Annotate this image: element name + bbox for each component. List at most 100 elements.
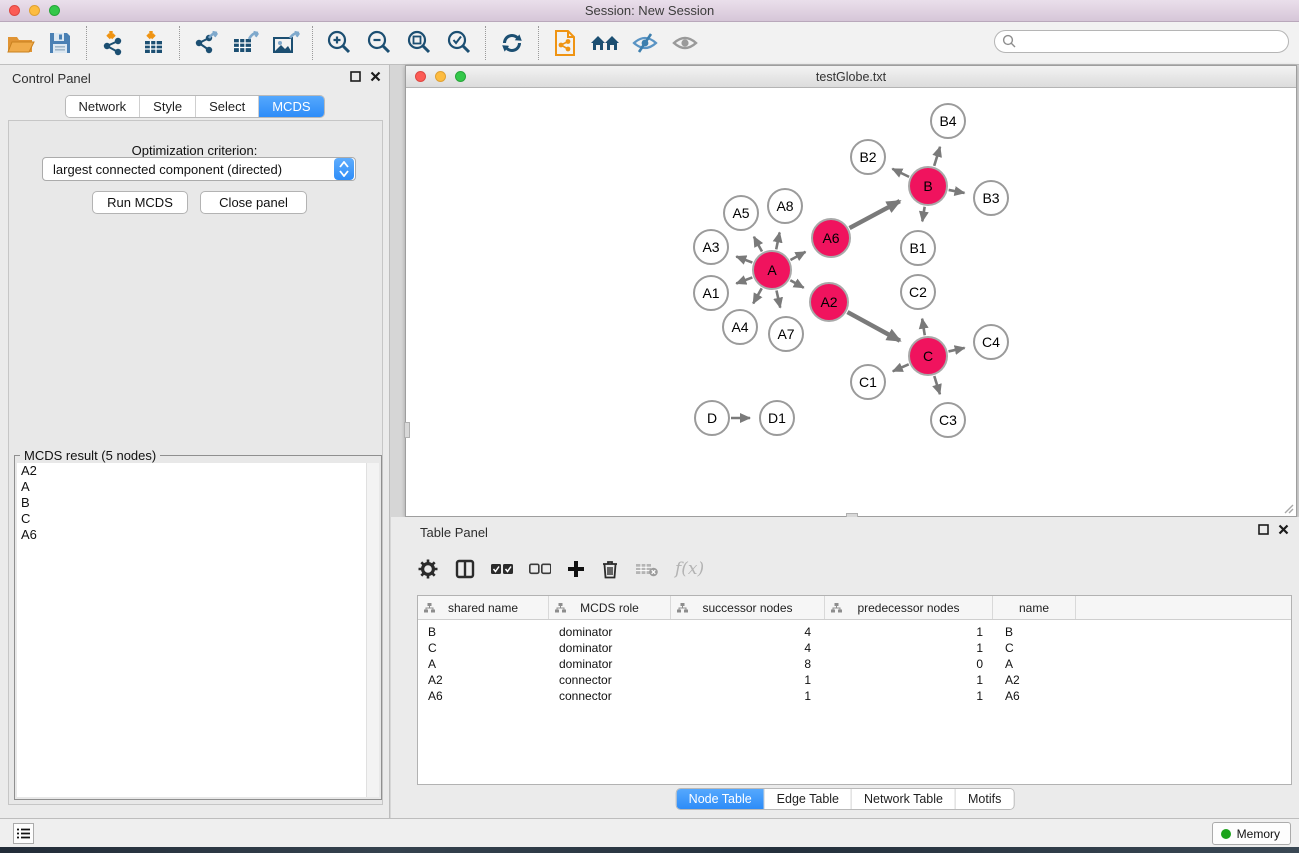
- table-row[interactable]: A6connector11A6: [418, 688, 1291, 704]
- tab-network[interactable]: Network: [65, 96, 140, 117]
- edge-A6-B[interactable]: [850, 201, 900, 228]
- criterion-dropdown[interactable]: largest connected component (directed): [42, 157, 356, 181]
- table-cell[interactable]: 4: [671, 625, 825, 639]
- graph-node-C[interactable]: C: [908, 336, 948, 376]
- result-item[interactable]: A2: [17, 463, 379, 479]
- edge-A-A6[interactable]: [790, 252, 805, 260]
- table-cell[interactable]: A6: [418, 689, 549, 703]
- resize-grip-icon[interactable]: [1282, 502, 1294, 514]
- table-cell[interactable]: C: [993, 641, 1076, 655]
- add-column-button[interactable]: [567, 560, 585, 578]
- graph-node-D[interactable]: D: [694, 400, 730, 436]
- network-window-titlebar[interactable]: testGlobe.txt: [406, 66, 1296, 88]
- import-network-button[interactable]: [93, 25, 133, 61]
- graph-node-C1[interactable]: C1: [850, 364, 886, 400]
- table-cell[interactable]: 1: [825, 625, 993, 639]
- graph-node-B2[interactable]: B2: [850, 139, 886, 175]
- graph-node-A8[interactable]: A8: [767, 188, 803, 224]
- column-browser-button[interactable]: [455, 559, 475, 579]
- tab-style[interactable]: Style: [140, 96, 196, 117]
- task-history-button[interactable]: [13, 823, 34, 844]
- export-image-button[interactable]: [266, 25, 306, 61]
- table-row[interactable]: Adominator80A: [418, 656, 1291, 672]
- save-session-button[interactable]: [40, 25, 80, 61]
- table-cell[interactable]: connector: [549, 689, 671, 703]
- zoom-out-button[interactable]: [359, 25, 399, 61]
- export-network-button[interactable]: [186, 25, 226, 61]
- memory-button[interactable]: Memory: [1212, 822, 1291, 845]
- window-left-handle[interactable]: [404, 422, 410, 438]
- table-cell[interactable]: 1: [825, 689, 993, 703]
- graph-node-A5[interactable]: A5: [723, 195, 759, 231]
- result-item[interactable]: A6: [17, 527, 379, 543]
- network-canvas[interactable]: B4B2BB3A8A5A6A3B1AC2A1A2A4A7C4CC1C3DD1: [406, 88, 1296, 516]
- table-row[interactable]: A2connector11A2: [418, 672, 1291, 688]
- table-cell[interactable]: A: [993, 657, 1076, 671]
- refresh-button[interactable]: [492, 25, 532, 61]
- column-header-MCDS-role[interactable]: MCDS role: [549, 596, 671, 619]
- column-header-predecessor-nodes[interactable]: predecessor nodes: [825, 596, 993, 619]
- node-table[interactable]: shared nameMCDS rolesuccessor nodesprede…: [417, 595, 1292, 785]
- open-session-button[interactable]: [0, 25, 40, 61]
- edge-B-B1[interactable]: [922, 207, 924, 222]
- table-cell[interactable]: 1: [825, 673, 993, 687]
- float-panel-icon[interactable]: [350, 71, 361, 82]
- edge-B-B2[interactable]: [892, 169, 909, 177]
- edge-A-A2[interactable]: [790, 280, 803, 288]
- zoom-fit-button[interactable]: [399, 25, 439, 61]
- zoom-in-button[interactable]: [319, 25, 359, 61]
- graph-node-D1[interactable]: D1: [759, 400, 795, 436]
- table-settings-button[interactable]: [417, 558, 439, 580]
- edge-C-C4[interactable]: [948, 348, 964, 352]
- graph-node-C4[interactable]: C4: [973, 324, 1009, 360]
- close-panel-icon[interactable]: [370, 71, 381, 82]
- table-cell[interactable]: 4: [671, 641, 825, 655]
- result-list-scrollbar[interactable]: [366, 463, 379, 797]
- tab-motifs[interactable]: Motifs: [956, 789, 1013, 809]
- table-cell[interactable]: 0: [825, 657, 993, 671]
- tab-node-table[interactable]: Node Table: [677, 789, 765, 809]
- run-mcds-button[interactable]: Run MCDS: [92, 191, 188, 214]
- graph-node-A2[interactable]: A2: [809, 282, 849, 322]
- edge-A-A3[interactable]: [736, 257, 752, 263]
- tab-network-table[interactable]: Network Table: [852, 789, 956, 809]
- export-table-button[interactable]: [226, 25, 266, 61]
- result-item[interactable]: A: [17, 479, 379, 495]
- table-cell[interactable]: 1: [671, 673, 825, 687]
- graph-node-A6[interactable]: A6: [811, 218, 851, 258]
- delete-column-button[interactable]: [601, 559, 619, 579]
- table-cell[interactable]: connector: [549, 673, 671, 687]
- edge-A-A4[interactable]: [753, 288, 762, 303]
- table-cell[interactable]: 8: [671, 657, 825, 671]
- close-table-panel-icon[interactable]: [1278, 524, 1289, 535]
- new-network-from-file-button[interactable]: [545, 25, 585, 61]
- table-cell[interactable]: C: [418, 641, 549, 655]
- mcds-result-list[interactable]: A2ABCA6: [17, 463, 379, 797]
- edge-C-C2[interactable]: [922, 319, 925, 336]
- graph-node-C3[interactable]: C3: [930, 402, 966, 438]
- edge-A2-C[interactable]: [847, 312, 899, 341]
- hide-selected-button[interactable]: [625, 25, 665, 61]
- unselect-all-columns-button[interactable]: [529, 563, 551, 575]
- edge-C-C1[interactable]: [893, 364, 909, 371]
- table-cell[interactable]: A2: [993, 673, 1076, 687]
- table-cell[interactable]: dominator: [549, 625, 671, 639]
- home-view-button[interactable]: [585, 25, 625, 61]
- edge-A-A5[interactable]: [754, 237, 762, 252]
- table-cell[interactable]: A2: [418, 673, 549, 687]
- column-header-shared-name[interactable]: shared name: [418, 596, 549, 619]
- result-item[interactable]: B: [17, 495, 379, 511]
- import-table-button[interactable]: [133, 25, 173, 61]
- table-cell[interactable]: B: [993, 625, 1076, 639]
- column-header-name[interactable]: name: [993, 596, 1076, 619]
- table-cell[interactable]: dominator: [549, 641, 671, 655]
- graph-node-B1[interactable]: B1: [900, 230, 936, 266]
- result-item[interactable]: C: [17, 511, 379, 527]
- graph-node-B4[interactable]: B4: [930, 103, 966, 139]
- close-panel-button[interactable]: Close panel: [200, 191, 307, 214]
- table-cell[interactable]: 1: [671, 689, 825, 703]
- edge-B-B4[interactable]: [934, 147, 940, 166]
- table-cell[interactable]: A: [418, 657, 549, 671]
- column-header-successor-nodes[interactable]: successor nodes: [671, 596, 825, 619]
- tab-edge-table[interactable]: Edge Table: [765, 789, 852, 809]
